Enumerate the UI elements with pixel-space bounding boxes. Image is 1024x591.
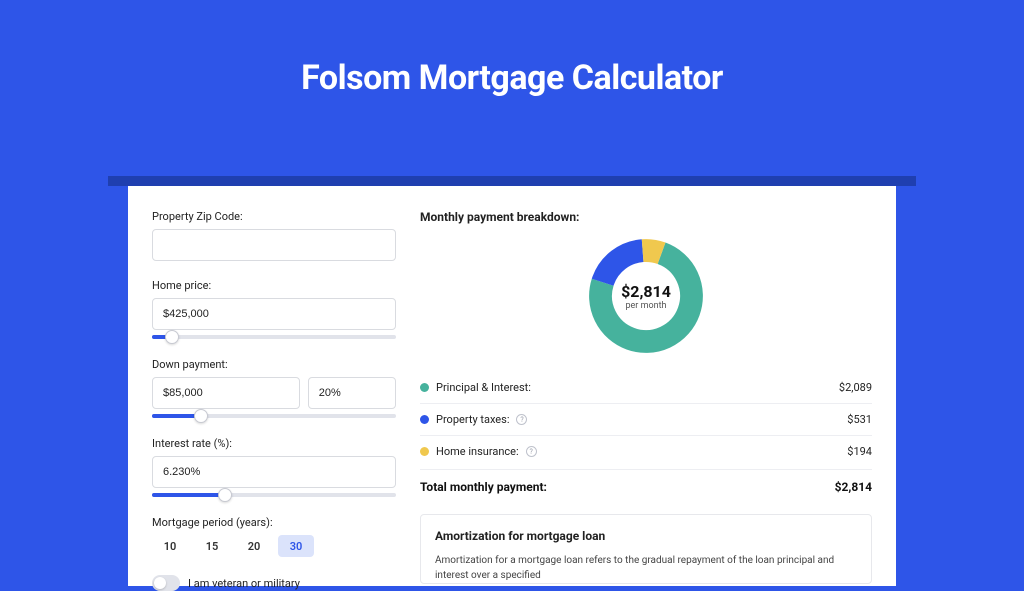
legend-row: Home insurance:? $194 [420, 436, 872, 467]
legend-dot [420, 447, 429, 456]
legend-amount: $531 [847, 413, 872, 426]
legend-row: Principal & Interest: $2,089 [420, 372, 872, 404]
amortization-title: Amortization for mortgage loan [435, 529, 857, 543]
breakdown-title: Monthly payment breakdown: [420, 210, 872, 224]
period-options: 10 15 20 30 [152, 535, 396, 557]
amortization-text: Amortization for a mortgage loan refers … [435, 553, 857, 583]
home-price-input[interactable] [152, 298, 396, 330]
card-shadow [108, 176, 916, 186]
zip-input[interactable] [152, 229, 396, 261]
legend-amount: $194 [847, 445, 872, 458]
payment-donut-chart: $2,814 per month [586, 236, 706, 356]
legend-label: Home insurance: [436, 445, 519, 458]
amortization-box: Amortization for mortgage loan Amortizat… [420, 514, 872, 584]
period-label: Mortgage period (years): [152, 516, 396, 529]
total-amount: $2,814 [835, 480, 872, 494]
breakdown-legend: Principal & Interest: $2,089 Property taxe… [420, 372, 872, 467]
period-option-15[interactable]: 15 [194, 535, 230, 557]
slider-thumb[interactable] [218, 488, 232, 502]
legend-label: Property taxes: [436, 413, 509, 426]
inputs-column: Property Zip Code: Home price: Down paym… [128, 186, 396, 586]
period-option-20[interactable]: 20 [236, 535, 272, 557]
legend-dot [420, 415, 429, 424]
help-icon[interactable]: ? [526, 446, 537, 457]
donut-sub: per month [625, 301, 666, 311]
home-price-label: Home price: [152, 279, 396, 292]
veteran-toggle[interactable] [152, 575, 180, 591]
legend-row: Property taxes:? $531 [420, 404, 872, 436]
legend-label: Principal & Interest: [436, 381, 531, 394]
down-payment-slider[interactable] [152, 409, 396, 423]
legend-amount: $2,089 [839, 381, 872, 394]
slider-thumb[interactable] [194, 409, 208, 423]
slider-thumb[interactable] [165, 330, 179, 344]
interest-rate-slider[interactable] [152, 488, 396, 502]
legend-dot [420, 383, 429, 392]
veteran-label: I am veteran or military [188, 577, 300, 590]
down-payment-pct-input[interactable] [308, 377, 396, 409]
total-label: Total monthly payment: [420, 480, 547, 494]
home-price-slider[interactable] [152, 330, 396, 344]
down-payment-label: Down payment: [152, 358, 396, 371]
donut-amount: $2,814 [621, 282, 671, 301]
page-title: Folsom Mortgage Calculator [0, 58, 1024, 98]
help-icon[interactable]: ? [516, 414, 527, 425]
period-option-10[interactable]: 10 [152, 535, 188, 557]
breakdown-column: Monthly payment breakdown: $2,814 per mo… [396, 186, 896, 586]
period-option-30[interactable]: 30 [278, 535, 314, 557]
interest-rate-input[interactable] [152, 456, 396, 488]
down-payment-amount-input[interactable] [152, 377, 300, 409]
interest-rate-label: Interest rate (%): [152, 437, 396, 450]
calculator-card: Property Zip Code: Home price: Down paym… [128, 186, 896, 586]
zip-label: Property Zip Code: [152, 210, 396, 223]
